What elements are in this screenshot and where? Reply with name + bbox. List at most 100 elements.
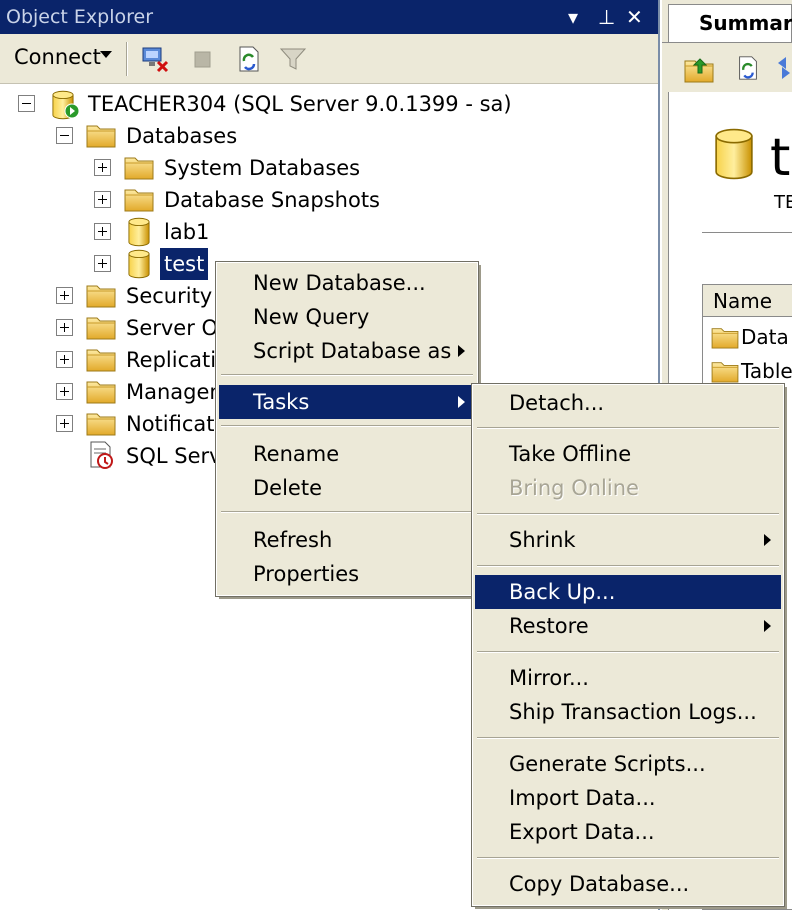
menu-item-delete[interactable]: Delete <box>219 471 475 505</box>
menu-item-restore[interactable]: Restore <box>475 609 781 643</box>
folder-icon <box>86 282 116 308</box>
menu-separator <box>477 737 779 739</box>
folder-icon <box>711 325 739 349</box>
connect-dropdown-arrow-icon[interactable] <box>100 51 112 58</box>
list-item[interactable]: Table <box>707 355 792 387</box>
object-explorer-toolbar: Connect <box>0 34 658 84</box>
folder-icon <box>124 186 154 212</box>
menu-item-rename[interactable]: Rename <box>219 437 475 471</box>
menu-separator <box>477 857 779 859</box>
stop-icon[interactable] <box>188 44 218 74</box>
expand-toggle-icon[interactable] <box>56 287 73 304</box>
lab1-label: lab1 <box>164 220 210 244</box>
sync-icon[interactable] <box>776 55 792 81</box>
menu-separator <box>221 374 473 376</box>
replication-label: Replicatio <box>126 348 229 372</box>
menu-item-take-offline[interactable]: Take Offline <box>475 437 781 471</box>
summary-refresh-icon[interactable] <box>734 53 762 83</box>
menu-separator <box>477 651 779 653</box>
security-label: Security <box>126 284 213 308</box>
folder-icon <box>86 346 116 372</box>
menu-separator <box>477 513 779 515</box>
script-database-as-label: Script Database as <box>253 339 452 363</box>
menu-item-refresh[interactable]: Refresh <box>219 523 475 557</box>
submenu-arrow-icon <box>764 620 771 632</box>
toolbar-separator <box>126 42 128 76</box>
system-databases-label: System Databases <box>164 156 361 180</box>
summary-divider <box>702 232 792 233</box>
expand-toggle-icon[interactable] <box>56 415 73 432</box>
object-explorer-title-bar: Object Explorer ▾ ⊥ ✕ <box>0 0 658 34</box>
folder-icon <box>86 122 116 148</box>
menu-item-mirror[interactable]: Mirror... <box>475 661 781 695</box>
pin-icon[interactable]: ⊥ <box>598 0 615 34</box>
submenu-arrow-icon <box>764 534 771 546</box>
database-snapshots-label: Database Snapshots <box>164 188 380 212</box>
folder-icon <box>86 378 116 404</box>
menu-item-properties[interactable]: Properties <box>219 557 475 591</box>
collapse-toggle-icon[interactable] <box>18 95 35 112</box>
filter-icon[interactable] <box>278 44 308 74</box>
menu-item-new-query[interactable]: New Query <box>219 300 475 334</box>
summary-toolbar <box>662 42 792 92</box>
summary-server-name: TE <box>774 192 792 213</box>
menu-item-tasks[interactable]: Tasks <box>219 385 475 419</box>
connect-button[interactable]: Connect <box>14 45 101 69</box>
menu-item-back-up[interactable]: Back Up... <box>475 575 781 609</box>
shrink-label: Shrink <box>509 528 576 552</box>
close-icon[interactable]: ✕ <box>626 0 643 34</box>
sql-server-agent-icon <box>90 441 113 469</box>
window-position-dropdown-icon[interactable]: ▾ <box>568 0 578 34</box>
menu-item-new-database[interactable]: New Database... <box>219 266 475 300</box>
submenu-arrow-icon <box>458 396 465 408</box>
tab-summary[interactable]: Summar <box>668 4 792 42</box>
management-label: Managem <box>126 380 230 404</box>
menu-item-export-data[interactable]: Export Data... <box>475 815 781 849</box>
collapse-toggle-icon[interactable] <box>56 127 73 144</box>
menu-separator <box>221 511 473 513</box>
folder-icon <box>86 314 116 340</box>
expand-toggle-icon[interactable] <box>56 351 73 368</box>
submenu-arrow-icon <box>458 345 465 357</box>
expand-toggle-icon[interactable] <box>56 319 73 336</box>
server-label: TEACHER304 (SQL Server 9.0.1399 - sa) <box>88 92 512 116</box>
sql-server-agent-label: SQL Serv <box>126 444 222 468</box>
folder-icon <box>711 359 739 383</box>
menu-separator <box>477 427 779 429</box>
expand-toggle-icon[interactable] <box>94 159 111 176</box>
up-folder-icon[interactable] <box>684 53 716 83</box>
database-icon <box>128 249 150 279</box>
menu-separator <box>477 565 779 567</box>
test-label: test <box>160 248 209 280</box>
server-icon <box>52 90 80 120</box>
databases-label: Databases <box>126 124 238 148</box>
folder-icon <box>124 154 154 180</box>
server-objects-label: Server O <box>126 316 219 340</box>
expand-toggle-icon[interactable] <box>94 255 111 272</box>
menu-item-bring-online: Bring Online <box>509 476 639 500</box>
database-context-menu: New Database... New Query Script Databas… <box>215 261 479 597</box>
menu-item-generate-scripts[interactable]: Generate Scripts... <box>475 747 781 781</box>
database-large-icon <box>715 128 753 180</box>
folder-icon <box>86 410 116 436</box>
menu-item-copy-database[interactable]: Copy Database... <box>475 867 781 901</box>
list-item-label: Table <box>741 359 792 383</box>
list-item-label: Data <box>741 325 789 349</box>
grid-header-name[interactable]: Name <box>703 285 792 317</box>
expand-toggle-icon[interactable] <box>94 191 111 208</box>
tasks-submenu: Detach... Take Offline Bring Online Shri… <box>471 383 785 907</box>
menu-item-detach[interactable]: Detach... <box>475 386 781 420</box>
menu-item-import-data[interactable]: Import Data... <box>475 781 781 815</box>
tasks-label: Tasks <box>253 390 310 414</box>
menu-item-ship-transaction-logs[interactable]: Ship Transaction Logs... <box>475 695 781 729</box>
database-icon <box>128 217 150 247</box>
expand-toggle-icon[interactable] <box>94 223 111 240</box>
refresh-icon[interactable] <box>234 44 264 74</box>
object-explorer-title: Object Explorer <box>6 6 154 28</box>
list-item[interactable]: Data <box>707 321 789 353</box>
disconnect-icon[interactable] <box>140 44 170 74</box>
menu-item-script-database-as[interactable]: Script Database as <box>219 334 475 368</box>
menu-item-shrink[interactable]: Shrink <box>475 523 781 557</box>
menu-separator <box>221 425 473 427</box>
expand-toggle-icon[interactable] <box>56 383 73 400</box>
